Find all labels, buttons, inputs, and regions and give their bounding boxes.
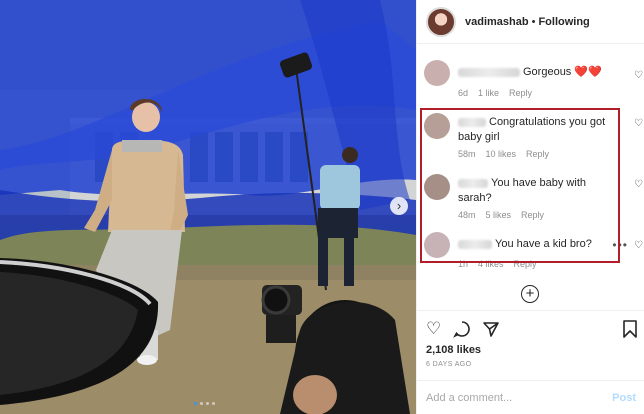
post-photo[interactable]: › (0, 0, 416, 414)
commenter-name-blurred[interactable] (458, 67, 520, 77)
paper-plane-icon[interactable] (482, 320, 500, 342)
author-avatar[interactable] (426, 6, 456, 37)
load-more-comments-icon[interactable]: + (521, 285, 539, 303)
likes-count[interactable]: 2,108 likes (426, 344, 481, 356)
comment-like-heart-icon[interactable]: ♡ (634, 241, 644, 251)
post-action-bar: ♡ (416, 310, 644, 346)
photo-scene (0, 0, 416, 414)
comment-time: 6d (458, 88, 469, 98)
comment-bubble-icon[interactable] (453, 320, 471, 342)
heart-outline-icon[interactable]: ♡ (426, 320, 441, 338)
comment-text: Gorgeous ❤️❤️ (458, 65, 618, 80)
comment-input[interactable] (426, 391, 596, 404)
reply-button[interactable]: Reply (509, 88, 532, 98)
carousel-dot-active (194, 402, 197, 405)
comment-like-heart-icon[interactable]: ♡ (634, 119, 644, 129)
carousel-dot (212, 402, 215, 405)
post-timestamp: 6 DAYS AGO (426, 361, 472, 368)
comment-content: Gorgeous ❤️❤️ (523, 66, 602, 78)
commenter-avatar[interactable] (424, 60, 450, 86)
bookmark-icon[interactable] (622, 320, 638, 342)
comment-meta: 6d 1 like Reply (458, 88, 532, 98)
carousel-indicator (194, 402, 215, 405)
header-separator: • (531, 15, 536, 28)
comment-like-heart-icon[interactable]: ♡ (634, 180, 644, 190)
post-header: vadimashab • Following (417, 0, 644, 44)
comment-like-heart-icon[interactable]: ♡ (634, 71, 644, 81)
next-photo-button[interactable]: › (390, 197, 408, 215)
add-comment-bar: Post (416, 380, 644, 414)
author-username[interactable]: vadimashab (465, 16, 529, 28)
comment-likes[interactable]: 1 like (478, 88, 499, 98)
following-button[interactable]: Following (538, 16, 589, 28)
highlight-box (420, 108, 620, 263)
post-comment-button[interactable]: Post (612, 392, 636, 404)
carousel-dot (206, 402, 209, 405)
carousel-dot (200, 402, 203, 405)
